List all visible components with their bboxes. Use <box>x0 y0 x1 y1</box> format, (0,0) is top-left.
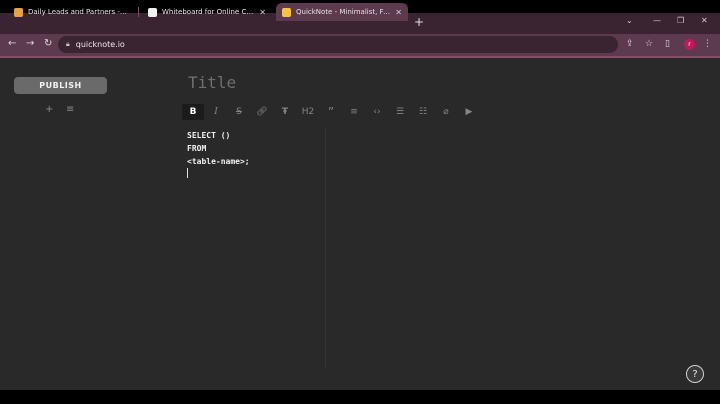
link-icon[interactable]: 🔗︎ <box>251 104 273 120</box>
publish-button[interactable]: PUBLISH <box>14 77 107 94</box>
quicknote-app: PUBLISH + ≡ Title B I S 🔗︎ Ŧ H2 ” ≡ ‹› ☰… <box>0 58 720 390</box>
tab-title: QuickNote - Minimalist, Free & A <box>296 8 391 16</box>
tab-title: Whiteboard for Online Collabora <box>162 8 255 16</box>
close-window-icon[interactable]: ✕ <box>701 16 708 25</box>
help-button[interactable]: ? <box>686 365 704 383</box>
editor-body[interactable]: SELECT () FROM <table-name>; <box>187 129 250 168</box>
letterbox-bottom <box>0 390 720 404</box>
tab-leetcode[interactable]: Daily Leads and Partners - LeetC <box>8 3 134 21</box>
profile-avatar[interactable]: r <box>684 39 695 50</box>
code-line: FROM <box>187 144 207 153</box>
align-center-icon[interactable]: ≡ <box>343 104 365 120</box>
close-tab-icon[interactable]: ✕ <box>259 8 266 17</box>
strikethrough-icon[interactable]: S <box>228 104 250 120</box>
share-icon[interactable]: ⇪ <box>626 38 634 50</box>
code-line: <table-name>; <box>187 157 250 166</box>
tab-quicknote[interactable]: QuickNote - Minimalist, Free & A ✕ <box>276 3 408 21</box>
close-tab-icon[interactable]: ✕ <box>395 8 402 17</box>
title-input[interactable]: Title <box>188 73 236 92</box>
whiteboard-favicon-icon <box>148 7 157 17</box>
leetcode-favicon-icon <box>14 7 23 17</box>
minimize-icon[interactable]: — <box>653 16 661 25</box>
italic-icon[interactable]: I <box>205 104 227 120</box>
browser-menu-icon[interactable]: ⋮ <box>703 38 712 50</box>
tab-whiteboard[interactable]: Whiteboard for Online Collabora ✕ <box>142 3 272 21</box>
maximize-icon[interactable]: ❐ <box>677 16 684 25</box>
video-icon[interactable]: ▶ <box>458 104 480 120</box>
reload-icon[interactable]: ↻ <box>44 37 52 51</box>
heading-two-button[interactable]: H2 <box>297 104 319 120</box>
attachment-icon[interactable]: ⌀ <box>435 104 457 120</box>
code-icon[interactable]: ‹› <box>366 104 388 120</box>
quicknote-favicon-icon <box>282 7 291 17</box>
text-cursor <box>187 168 188 178</box>
lock-icon: 🔒︎ <box>66 40 70 48</box>
heading-large-icon[interactable]: Ŧ <box>274 104 296 120</box>
tab-title: Daily Leads and Partners - LeetC <box>28 8 128 16</box>
bold-icon[interactable]: B <box>182 104 204 120</box>
menu-list-icon[interactable]: ≡ <box>66 104 74 116</box>
address-bar[interactable]: 🔒︎ quicknote.io <box>58 36 618 53</box>
url-text: quicknote.io <box>75 40 125 49</box>
add-icon[interactable]: + <box>45 104 53 116</box>
bulleted-list-icon[interactable]: ☰ <box>389 104 411 120</box>
tab-search-icon[interactable]: ⌄ <box>626 16 633 25</box>
numbered-list-icon[interactable]: ☷ <box>412 104 434 120</box>
side-panel-icon[interactable]: ▯ <box>665 38 670 50</box>
code-line: SELECT () <box>187 131 231 140</box>
tab-separator <box>138 7 139 17</box>
quote-icon[interactable]: ” <box>320 104 342 120</box>
forward-icon[interactable]: → <box>26 37 34 51</box>
back-icon[interactable]: ← <box>8 37 16 51</box>
bookmark-star-icon[interactable]: ☆ <box>645 38 653 50</box>
column-divider <box>325 128 326 368</box>
new-tab-icon[interactable]: + <box>414 15 424 29</box>
